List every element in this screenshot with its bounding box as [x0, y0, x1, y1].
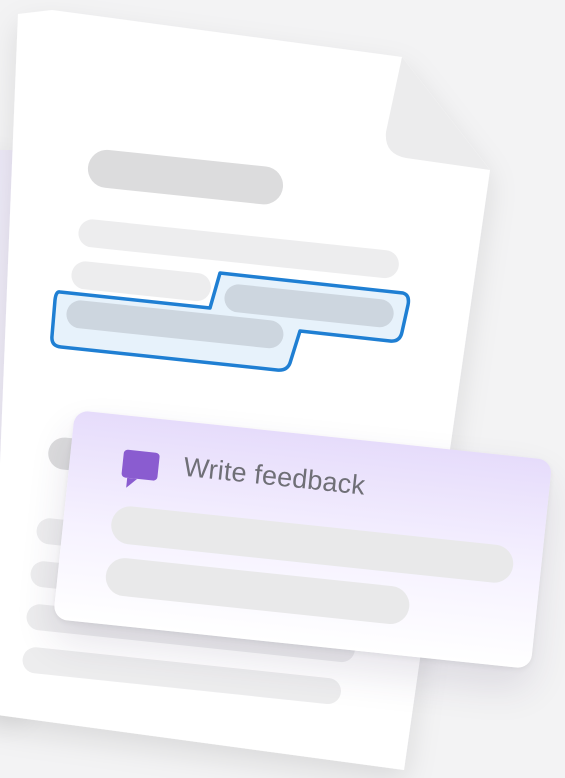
feedback-title: Write feedback — [182, 451, 367, 501]
speech-bubble-icon — [121, 449, 160, 481]
feedback-illustration: Write feedback — [0, 0, 565, 778]
folded-corner — [385, 57, 490, 170]
